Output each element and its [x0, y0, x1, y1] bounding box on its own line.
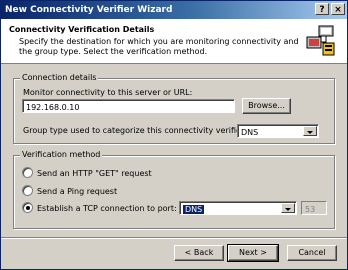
group-type-value: DNS [241, 128, 259, 137]
monitor-label: Monitor connectivity to this server or U… [23, 88, 193, 97]
tcp-label[interactable]: Establish a TCP connection to port: [37, 204, 177, 213]
help-button[interactable]: ? [315, 3, 329, 15]
group-type-select[interactable]: DNS [237, 124, 319, 138]
wizard-window: New Connectivity Verifier Wizard ? × Con… [0, 0, 348, 270]
chevron-down-icon[interactable] [281, 203, 295, 213]
http-get-radio[interactable] [22, 167, 33, 178]
back-button[interactable]: < Back [174, 245, 224, 261]
ping-radio[interactable] [22, 185, 33, 196]
verification-method-label: Verification method [20, 150, 103, 159]
window-title: New Connectivity Verifier Wizard [5, 5, 173, 15]
http-get-label[interactable]: Send an HTTP "GET" request [37, 169, 152, 178]
monitor-input[interactable]: 192.168.0.10 [22, 99, 235, 113]
next-button[interactable]: Next > [227, 244, 279, 262]
footer-separator [1, 237, 347, 239]
close-button[interactable]: × [331, 3, 345, 15]
header-title: Connectivity Verification Details [9, 25, 155, 34]
port-number-field[interactable]: 53 [301, 201, 327, 215]
group-type-label: Group type used to categorize this conne… [23, 126, 247, 135]
title-bar[interactable]: New Connectivity Verifier Wizard ? × [1, 1, 347, 19]
tcp-radio[interactable] [22, 202, 33, 213]
header-description: Specify the destination for which you ar… [19, 37, 299, 56]
connection-details-label: Connection details [20, 73, 99, 82]
browse-button[interactable]: Browse... [242, 98, 291, 114]
wizard-network-icon [306, 25, 335, 56]
tcp-port-service-value: DNS [183, 205, 205, 214]
chevron-down-icon[interactable] [303, 126, 317, 136]
tcp-port-select[interactable]: DNS [179, 201, 297, 215]
wizard-header: Connectivity Verification Details Specif… [1, 19, 347, 64]
ping-label[interactable]: Send a Ping request [37, 187, 117, 196]
cancel-button[interactable]: Cancel [287, 245, 337, 261]
